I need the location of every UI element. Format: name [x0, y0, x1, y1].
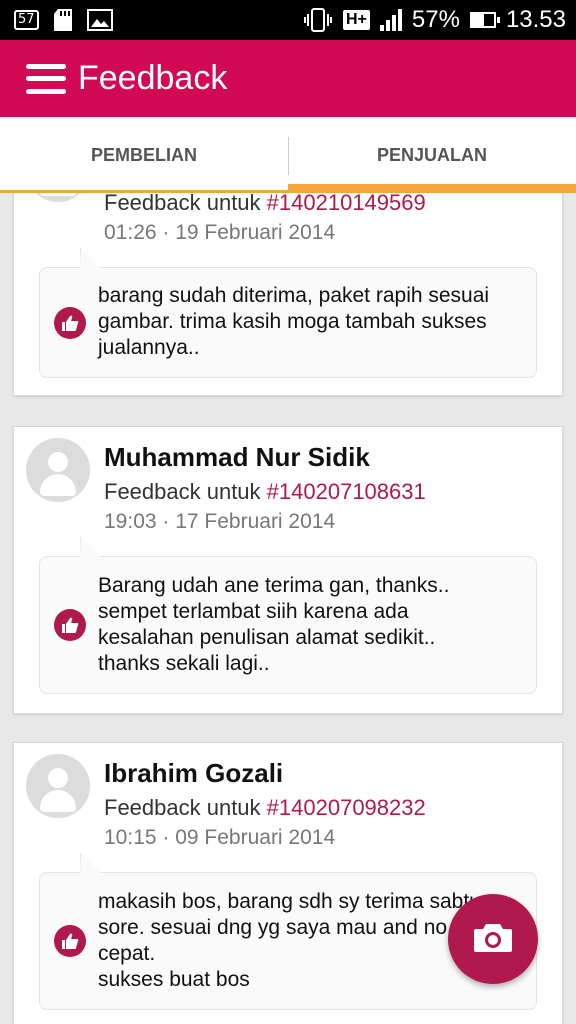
feedback-prefix: Feedback untuk	[104, 193, 267, 215]
feedback-card[interactable]: Feedback untuk #140210149569 01:26 · 19 …	[13, 193, 563, 396]
review-bubble: barang sudah diterima, paket rapih sesua…	[39, 248, 537, 378]
vibrate-icon	[303, 7, 333, 33]
tab-bar: PEMBELIAN PENJUALAN	[0, 117, 576, 193]
battery-fill	[471, 14, 485, 26]
buyer-name: Muhammad Nur Sidik	[104, 442, 370, 472]
review-text: Barang udah ane terima gan, thanks.. sem…	[98, 574, 450, 675]
feedback-for-line: Feedback untuk #140210149569	[104, 193, 426, 216]
clock: 13.53	[505, 6, 566, 33]
app-bar: Feedback	[0, 40, 576, 117]
feedback-prefix: Feedback untuk	[104, 479, 267, 504]
camera-button[interactable]	[448, 894, 538, 984]
tab-label: PEMBELIAN	[90, 144, 197, 165]
signal-icon	[379, 9, 402, 31]
invoice-link[interactable]: #140207098232	[267, 795, 426, 820]
camera-icon	[473, 921, 513, 958]
battery-percent: 57%	[411, 6, 460, 33]
avatar	[26, 438, 90, 502]
notification-icon: 57	[14, 10, 39, 30]
page-title: Feedback	[78, 59, 228, 97]
feedback-date: 10:15 · 09 Februari 2014	[104, 826, 336, 849]
buyer-name: Ibrahim Gozali	[104, 758, 284, 788]
hplus-icon: H+	[342, 10, 370, 30]
feedback-card[interactable]: Muhammad Nur Sidik Feedback untuk #14020…	[13, 426, 563, 714]
tab-label: PENJUALAN	[376, 144, 487, 165]
invoice-link[interactable]: #140207108631	[267, 479, 426, 504]
feedback-date: 01:26 · 19 Februari 2014	[104, 221, 336, 244]
thumbs-up-icon	[54, 307, 86, 339]
thumbs-up-icon	[54, 609, 86, 641]
feedback-date: 19:03 · 17 Februari 2014	[104, 510, 336, 533]
status-bar: 57 H+ 57% 13.53	[0, 0, 576, 40]
avatar	[26, 754, 90, 818]
tab-penjualan[interactable]: PENJUALAN	[288, 117, 576, 193]
invoice-link[interactable]: #140210149569	[267, 193, 426, 215]
tab-pembelian[interactable]: PEMBELIAN	[0, 117, 288, 193]
feedback-for-line: Feedback untuk #140207098232	[104, 795, 426, 821]
image-icon	[86, 9, 113, 31]
feedback-prefix: Feedback untuk	[104, 795, 267, 820]
sdcard-icon	[53, 8, 73, 32]
tab-selected-indicator	[288, 184, 576, 193]
hamburger-icon[interactable]	[26, 61, 66, 97]
battery-icon	[469, 12, 500, 28]
review-text: barang sudah diterima, paket rapih sesua…	[98, 284, 490, 359]
tab-divider	[288, 137, 289, 175]
feedback-for-line: Feedback untuk #140207108631	[104, 479, 426, 505]
avatar	[26, 193, 90, 202]
thumbs-up-icon	[54, 925, 86, 957]
review-bubble: Barang udah ane terima gan, thanks.. sem…	[39, 537, 537, 694]
